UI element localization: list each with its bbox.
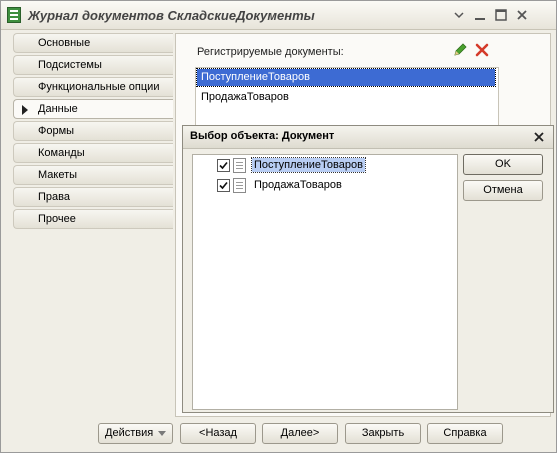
tab-main[interactable]: Основные (13, 33, 173, 53)
tab-label: Макеты (38, 169, 78, 181)
window-title: Журнал документов СкладскиеДокументы (28, 8, 315, 23)
tab-list: Основные Подсистемы Функциональные опции… (13, 33, 175, 233)
footer-bar: Действия <Назад Далее> Закрыть Справка (1, 421, 556, 451)
actions-button[interactable]: Действия (98, 423, 173, 444)
tab-rights[interactable]: Права (13, 187, 173, 207)
tab-label: Основные (38, 37, 91, 49)
tree-item[interactable]: ПоступлениеТоваров (215, 157, 445, 174)
active-tab-marker-icon (22, 105, 28, 115)
dialog-titlebar: Выбор объекта: Документ (183, 126, 553, 149)
collapse-icon[interactable] (450, 6, 468, 24)
tab-label: Команды (38, 147, 85, 159)
tab-other[interactable]: Прочее (13, 209, 173, 229)
tree-item[interactable]: ПродажаТоваров (215, 177, 445, 194)
minimize-icon[interactable] (471, 6, 489, 24)
help-button[interactable]: Справка (427, 423, 503, 444)
close-button[interactable]: Закрыть (345, 423, 421, 444)
tree-item-label: ПоступлениеТоваров (251, 157, 366, 173)
select-object-dialog: Выбор объекта: Документ ПоступлениеТовар… (182, 125, 554, 413)
tab-functional-options[interactable]: Функциональные опции (13, 77, 173, 97)
list-item[interactable]: ПродажаТоваров (197, 89, 495, 106)
item-checkbox[interactable] (217, 179, 230, 192)
delete-icon[interactable] (474, 42, 490, 58)
maximize-icon[interactable] (492, 6, 510, 24)
check-icon (219, 181, 228, 190)
tab-label: Подсистемы (38, 59, 102, 71)
dialog-close-icon[interactable] (531, 129, 547, 145)
tree-item-label: ПродажаТоваров (254, 179, 342, 191)
close-icon[interactable] (513, 6, 531, 24)
back-button[interactable]: <Назад (180, 423, 256, 444)
journal-app-icon (7, 7, 21, 23)
tab-label: Прочее (38, 213, 76, 225)
item-checkbox[interactable] (217, 159, 230, 172)
tab-label: Формы (38, 125, 75, 137)
edit-pencil-icon[interactable] (452, 42, 468, 58)
tab-templates[interactable]: Макеты (13, 165, 173, 185)
document-icon (233, 178, 246, 193)
tab-subsystems[interactable]: Подсистемы (13, 55, 173, 75)
document-icon (233, 158, 246, 173)
dialog-title: Выбор объекта: Документ (190, 130, 335, 142)
tab-commands[interactable]: Команды (13, 143, 173, 163)
ok-button[interactable]: OK (463, 154, 543, 175)
tab-label: Данные (38, 103, 78, 115)
tab-label: Функциональные опции (38, 81, 160, 93)
registered-documents-label: Регистрируемые документы: (197, 46, 344, 58)
dropdown-arrow-icon (158, 431, 166, 436)
tab-label: Права (38, 191, 70, 203)
tab-data[interactable]: Данные (13, 99, 173, 119)
next-button[interactable]: Далее> (262, 423, 338, 444)
cancel-button[interactable]: Отмена (463, 180, 543, 201)
list-item[interactable]: ПоступлениеТоваров (196, 68, 496, 87)
tab-forms[interactable]: Формы (13, 121, 173, 141)
check-icon (219, 161, 228, 170)
window-titlebar: Журнал документов СкладскиеДокументы (1, 1, 556, 30)
object-tree[interactable]: ПоступлениеТоваров ПродажаТоваров (192, 154, 458, 410)
